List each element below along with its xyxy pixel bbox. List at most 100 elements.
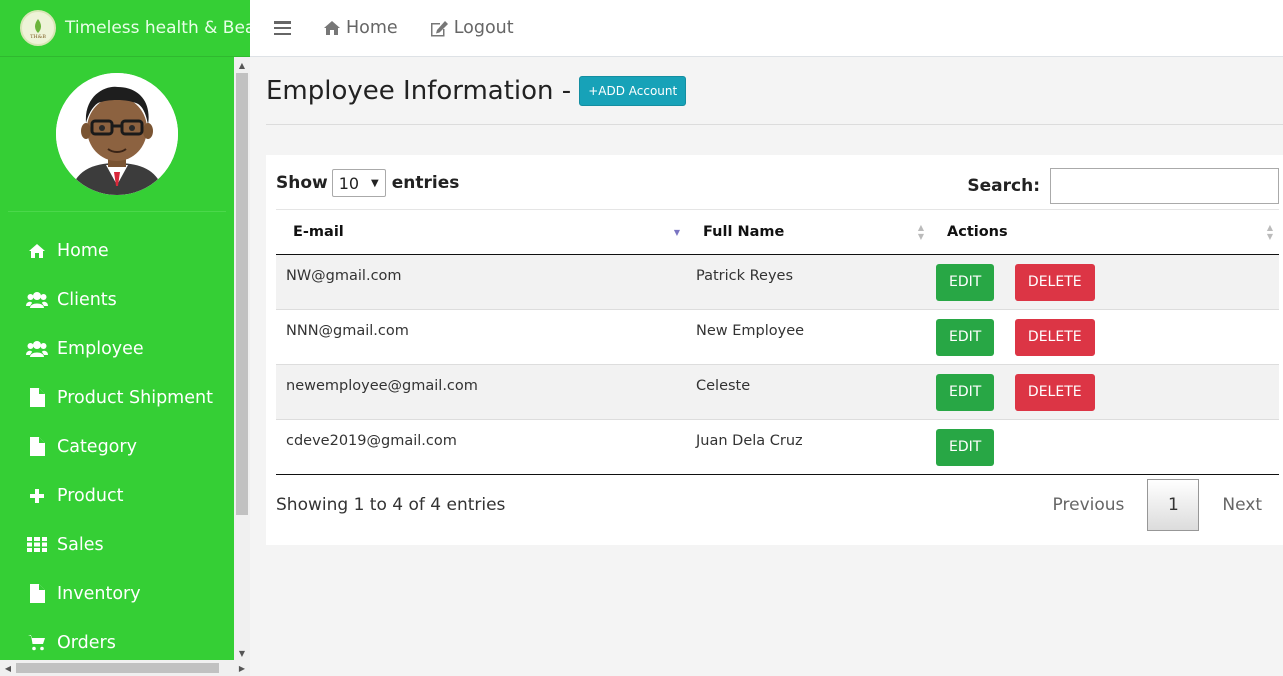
sidebar-item-label: Home (57, 240, 109, 261)
column-header-full-name[interactable]: Full Name ▲ ▼ (686, 210, 930, 255)
table-info: Showing 1 to 4 of 4 entries (276, 495, 506, 515)
menu-toggle-icon[interactable] (274, 21, 291, 35)
sidebar-item-label: Employee (57, 338, 144, 359)
table-header-row: E-mail ▼ Full Name ▲ ▼ Actions ▲ ▼ (276, 209, 1279, 255)
scroll-down-arrow-icon[interactable]: ▼ (234, 645, 250, 661)
grid-icon (26, 535, 48, 555)
plus-icon (26, 486, 48, 506)
column-header-label: Actions (947, 224, 1008, 240)
user-panel (8, 57, 226, 212)
table-row: newemployee@gmail.com Celeste EDIT DELET… (276, 364, 1279, 420)
search-input[interactable] (1050, 168, 1279, 204)
cell-actions: EDIT DELETE (930, 310, 1279, 365)
brand[interactable]: TH&B Timeless health & Beauty (0, 0, 250, 57)
page-length-select[interactable]: 10 ▼ (331, 169, 386, 197)
search-label: Search: (967, 176, 1040, 196)
cell-full-name: Juan Dela Cruz (696, 433, 803, 449)
cell-full-name: Patrick Reyes (696, 268, 794, 284)
home-icon (324, 21, 340, 35)
edit-button[interactable]: EDIT (936, 429, 995, 466)
top-nav-logout-label: Logout (453, 18, 514, 38)
edit-button[interactable]: EDIT (936, 374, 995, 411)
table-row: NNN@gmail.com New Employee EDIT DELETE (276, 310, 1279, 365)
delete-button[interactable]: DELETE (1014, 264, 1095, 301)
top-nav-logout[interactable]: Logout (430, 18, 514, 38)
sidebar-horizontal-scrollbar[interactable]: ◀ ▶ (0, 660, 250, 676)
sidebar-item-label: Clients (57, 289, 117, 310)
avatar[interactable] (56, 73, 178, 195)
sidebar-item-employee[interactable]: Employee (0, 324, 234, 373)
cell-full-name: Celeste (696, 378, 751, 394)
sidebar: TH&B Timeless health & Beauty (0, 0, 250, 676)
scrollbar-thumb[interactable] (16, 663, 219, 673)
scroll-up-arrow-icon[interactable]: ▲ (234, 57, 250, 73)
sidebar-item-label: Sales (57, 534, 104, 555)
employee-table-card: Show 10 ▼ entries Search: E-mail ▼ Full … (266, 155, 1283, 545)
cell-email: cdeve2019@gmail.com (286, 433, 457, 449)
cell-email: newemployee@gmail.com (286, 378, 478, 394)
page-title: Employee Information - (266, 75, 572, 106)
cell-actions: EDIT DELETE (930, 255, 1279, 310)
cell-email: NW@gmail.com (286, 268, 402, 284)
pagination-previous[interactable]: Previous (1036, 495, 1142, 515)
top-navbar: Home Logout (250, 0, 1283, 57)
column-header-email[interactable]: E-mail ▼ (276, 210, 686, 255)
main-content: Employee Information - +ADD Account Show… (250, 57, 1283, 676)
sidebar-vertical-scrollbar[interactable]: ▲ ▼ (234, 57, 250, 661)
sidebar-item-home[interactable]: Home (0, 226, 234, 275)
cell-actions: EDIT DELETE (930, 365, 1279, 420)
column-header-label: E-mail (293, 224, 344, 240)
column-header-actions[interactable]: Actions ▲ ▼ (930, 210, 1279, 255)
users-icon (26, 339, 48, 359)
datatable-footer: Showing 1 to 4 of 4 entries Previous 1 N… (276, 477, 1279, 533)
scroll-left-arrow-icon[interactable]: ◀ (0, 660, 16, 676)
sidebar-item-label: Product (57, 485, 124, 506)
sidebar-item-inventory[interactable]: Inventory (0, 569, 234, 618)
brand-logo: TH&B (20, 10, 56, 46)
file-icon (26, 584, 48, 604)
sidebar-item-product-shipment[interactable]: Product Shipment (0, 373, 234, 422)
show-label: Show (276, 173, 328, 193)
sort-desc-icon: ▼ (673, 228, 680, 237)
sidebar-item-label: Category (57, 436, 137, 457)
cart-icon (26, 633, 48, 653)
svg-text:TH&B: TH&B (30, 34, 46, 40)
top-nav-home-label: Home (346, 18, 398, 38)
delete-button[interactable]: DELETE (1014, 374, 1095, 411)
cell-actions: EDIT (930, 420, 1279, 475)
edit-button[interactable]: EDIT (936, 319, 995, 356)
sidebar-item-orders[interactable]: Orders (0, 618, 234, 661)
add-account-button[interactable]: +ADD Account (579, 75, 687, 106)
edit-button[interactable]: EDIT (936, 264, 995, 301)
sidebar-item-label: Inventory (57, 583, 141, 604)
sidebar-item-label: Orders (57, 632, 116, 653)
caret-down-icon: ▼ (371, 177, 379, 189)
cell-full-name: New Employee (696, 323, 805, 339)
file-icon (26, 388, 48, 408)
pagination-page-1[interactable]: 1 (1147, 479, 1200, 531)
edit-icon (430, 20, 448, 36)
top-nav-home[interactable]: Home (323, 18, 398, 38)
scrollbar-thumb[interactable] (236, 73, 248, 515)
entries-label: entries (391, 173, 460, 193)
sort-both-icon: ▲ ▼ (917, 223, 924, 241)
sidebar-nav: Home Clients Employee Product Shipment C… (0, 226, 234, 661)
delete-button[interactable]: DELETE (1014, 319, 1095, 356)
pagination: Previous 1 Next (1036, 479, 1279, 531)
pagination-next[interactable]: Next (1205, 495, 1279, 515)
datatable-controls: Show 10 ▼ entries Search: (276, 165, 1279, 204)
sidebar-item-clients[interactable]: Clients (0, 275, 234, 324)
page-header: Employee Information - +ADD Account (266, 57, 1283, 125)
table-row: cdeve2019@gmail.com Juan Dela Cruz EDIT (276, 420, 1279, 475)
table-row: NW@gmail.com Patrick Reyes EDIT DELETE (276, 254, 1279, 310)
sidebar-item-category[interactable]: Category (0, 422, 234, 471)
cell-email: NNN@gmail.com (286, 323, 409, 339)
search-control: Search: (967, 168, 1279, 204)
scroll-right-arrow-icon[interactable]: ▶ (234, 660, 250, 676)
sidebar-item-product[interactable]: Product (0, 471, 234, 520)
brand-title: Timeless health & Beauty (65, 18, 250, 38)
file-icon (26, 437, 48, 457)
sidebar-scroll-area: Home Clients Employee Product Shipment C… (0, 57, 234, 661)
page-length-control: Show 10 ▼ entries (276, 169, 459, 197)
sidebar-item-sales[interactable]: Sales (0, 520, 234, 569)
